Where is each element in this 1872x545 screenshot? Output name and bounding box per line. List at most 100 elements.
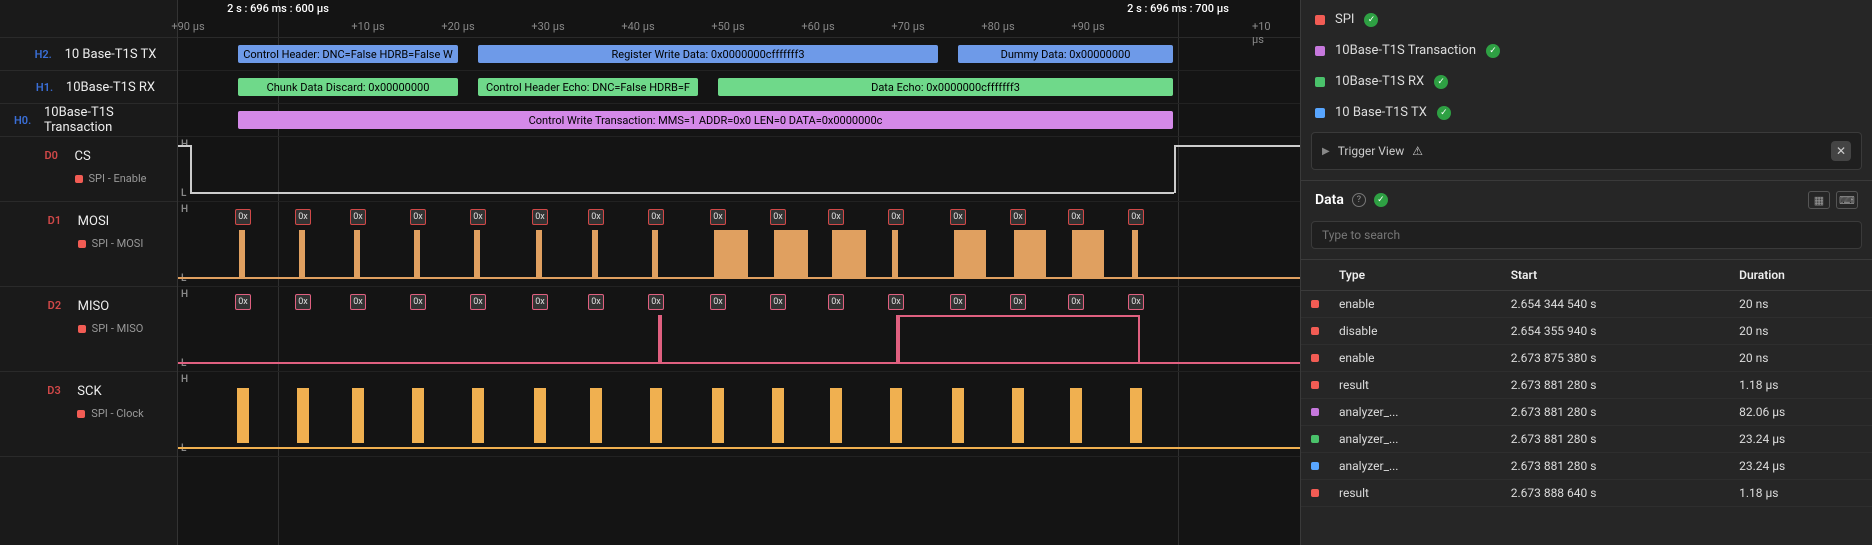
byte-tag[interactable]: 0x <box>950 209 966 225</box>
cell-start: 2.673 875 380 s <box>1501 345 1729 372</box>
lane-transaction: Control Write Transaction: MMS=1 ADDR=0x… <box>178 104 1300 137</box>
table-row[interactable]: result 2.673 888 640 s 1.18 µs <box>1301 480 1872 507</box>
byte-tag[interactable]: 0x <box>648 294 664 310</box>
close-icon[interactable]: ✕ <box>1831 141 1851 161</box>
byte-tag[interactable]: 0x <box>710 209 726 225</box>
byte-tag[interactable]: 0x <box>1068 209 1084 225</box>
frame-control-header[interactable]: Control Header: DNC=False HDRB=False W <box>238 45 458 63</box>
time-tick: +90 µs <box>171 20 204 33</box>
channel-d3[interactable]: D3 SCK SPI - Clock <box>0 372 177 457</box>
table-row[interactable]: enable 2.673 875 380 s 20 ns <box>1301 345 1872 372</box>
cell-start: 2.673 881 280 s <box>1501 426 1729 453</box>
cell-start: 2.673 888 640 s <box>1501 480 1729 507</box>
table-row[interactable]: disable 2.654 355 940 s 20 ns <box>1301 318 1872 345</box>
time-tick: +10 µs <box>351 20 384 33</box>
waveform-canvas[interactable]: 2 s : 696 ms : 600 µs 2 s : 696 ms : 700… <box>178 0 1300 545</box>
analyzer-transaction[interactable]: 10Base-T1S Transaction ✓ <box>1301 35 1872 66</box>
col-start[interactable]: Start <box>1501 260 1729 291</box>
byte-tag[interactable]: 0x <box>828 209 844 225</box>
analyzer-tx[interactable]: 10 Base-T1S TX ✓ <box>1301 97 1872 128</box>
frame-control-write-transaction[interactable]: Control Write Transaction: MMS=1 ADDR=0x… <box>238 111 1173 129</box>
byte-tag[interactable]: 0x <box>1010 209 1026 225</box>
channel-name: MISO <box>78 299 144 314</box>
search-input[interactable]: Type to search <box>1311 221 1862 249</box>
byte-tag[interactable]: 0x <box>532 294 548 310</box>
cell-type: enable <box>1329 345 1501 372</box>
time-tick: +30 µs <box>531 20 564 33</box>
table-row[interactable]: analyzer_... 2.673 881 280 s 82.06 µs <box>1301 399 1872 426</box>
data-table[interactable]: Type Start Duration enable 2.654 344 540… <box>1301 259 1872 545</box>
byte-tag[interactable]: 0x <box>888 209 904 225</box>
frame-dummy-data[interactable]: Dummy Data: 0x00000000 <box>958 45 1173 63</box>
byte-tag[interactable]: 0x <box>235 209 251 225</box>
analyzer-rx[interactable]: 10Base-T1S RX ✓ <box>1301 66 1872 97</box>
mosi-pulse-wide <box>718 230 748 277</box>
byte-tag[interactable]: 0x <box>532 209 548 225</box>
frame-data-echo[interactable]: Data Echo: 0x0000000cfffffff3 <box>718 78 1173 96</box>
byte-tag[interactable]: 0x <box>1128 209 1144 225</box>
byte-tag[interactable]: 0x <box>828 294 844 310</box>
table-row[interactable]: analyzer_... 2.673 881 280 s 23.24 µs <box>1301 426 1872 453</box>
byte-tag[interactable]: 0x <box>648 209 664 225</box>
channel-h1[interactable]: H1. 10Base-T1S RX <box>0 71 177 104</box>
byte-tag[interactable]: 0x <box>770 209 786 225</box>
terminal-view-icon[interactable]: ⌨ <box>1836 191 1858 209</box>
byte-tag[interactable]: 0x <box>350 294 366 310</box>
time-tick: +90 µs <box>1071 20 1104 33</box>
clock-pulse <box>772 388 784 443</box>
byte-tag[interactable]: 0x <box>888 294 904 310</box>
byte-tag[interactable]: 0x <box>410 294 426 310</box>
col-duration[interactable]: Duration <box>1729 260 1872 291</box>
cell-start: 2.673 881 280 s <box>1501 399 1729 426</box>
frame-chunk-discard[interactable]: Chunk Data Discard: 0x00000000 <box>238 78 458 96</box>
cell-type: result <box>1329 480 1501 507</box>
table-row[interactable]: analyzer_... 2.673 881 280 s 23.24 µs <box>1301 453 1872 480</box>
byte-tag[interactable]: 0x <box>470 209 486 225</box>
table-row[interactable]: enable 2.654 344 540 s 20 ns <box>1301 291 1872 318</box>
channel-id: H0. <box>14 114 34 127</box>
mosi-pulse <box>414 230 420 277</box>
byte-tag[interactable]: 0x <box>1128 294 1144 310</box>
channel-d1[interactable]: D1 MOSI SPI - MOSI <box>0 202 177 287</box>
table-row[interactable]: result 2.673 881 280 s 1.18 µs <box>1301 372 1872 399</box>
channel-id: D1 <box>48 214 68 227</box>
color-swatch <box>1311 489 1319 497</box>
byte-tag[interactable]: 0x <box>235 294 251 310</box>
byte-tag[interactable]: 0x <box>950 294 966 310</box>
channel-sub: SPI - MOSI <box>92 237 144 250</box>
byte-tag[interactable]: 0x <box>470 294 486 310</box>
byte-tag[interactable]: 0x <box>588 209 604 225</box>
byte-tag[interactable]: 0x <box>770 294 786 310</box>
cell-start: 2.654 355 940 s <box>1501 318 1729 345</box>
byte-tag[interactable]: 0x <box>295 294 311 310</box>
byte-tag[interactable]: 0x <box>410 209 426 225</box>
channel-label-column: H2. 10 Base-T1S TX H1. 10Base-T1S RX H0.… <box>0 0 178 545</box>
byte-tag[interactable]: 0x <box>1068 294 1084 310</box>
byte-tag[interactable]: 0x <box>350 209 366 225</box>
help-icon[interactable]: ? <box>1352 193 1366 207</box>
data-title: Data <box>1315 192 1344 208</box>
channel-d0[interactable]: D0 CS SPI - Enable <box>0 137 177 202</box>
channel-h2[interactable]: H2. 10 Base-T1S TX <box>0 38 177 71</box>
cell-duration: 23.24 µs <box>1729 426 1872 453</box>
channel-sub: SPI - Clock <box>91 407 143 420</box>
byte-tag[interactable]: 0x <box>295 209 311 225</box>
byte-tag[interactable]: 0x <box>1010 294 1026 310</box>
color-swatch <box>1311 381 1319 389</box>
byte-tag[interactable]: 0x <box>588 294 604 310</box>
channel-name: SCK <box>77 384 143 399</box>
clock-pulse <box>412 388 424 443</box>
grid-view-icon[interactable]: ▦ <box>1808 191 1830 209</box>
channel-d2[interactable]: D2 MISO SPI - MISO <box>0 287 177 372</box>
channel-h0[interactable]: H0. 10Base-T1S Transaction <box>0 104 177 137</box>
cell-duration: 82.06 µs <box>1729 399 1872 426</box>
col-type[interactable]: Type <box>1329 260 1501 291</box>
clock-pulse <box>534 388 546 443</box>
clock-pulse <box>1070 388 1082 443</box>
trigger-view-row[interactable]: ▶ Trigger View ⚠ ✕ <box>1311 132 1862 170</box>
channel-name: MOSI <box>78 214 144 229</box>
analyzer-spi[interactable]: SPI ✓ <box>1301 4 1872 35</box>
byte-tag[interactable]: 0x <box>710 294 726 310</box>
frame-register-write[interactable]: Register Write Data: 0x0000000cfffffff3 <box>478 45 938 63</box>
frame-header-echo[interactable]: Control Header Echo: DNC=False HDRB=F <box>478 78 698 96</box>
